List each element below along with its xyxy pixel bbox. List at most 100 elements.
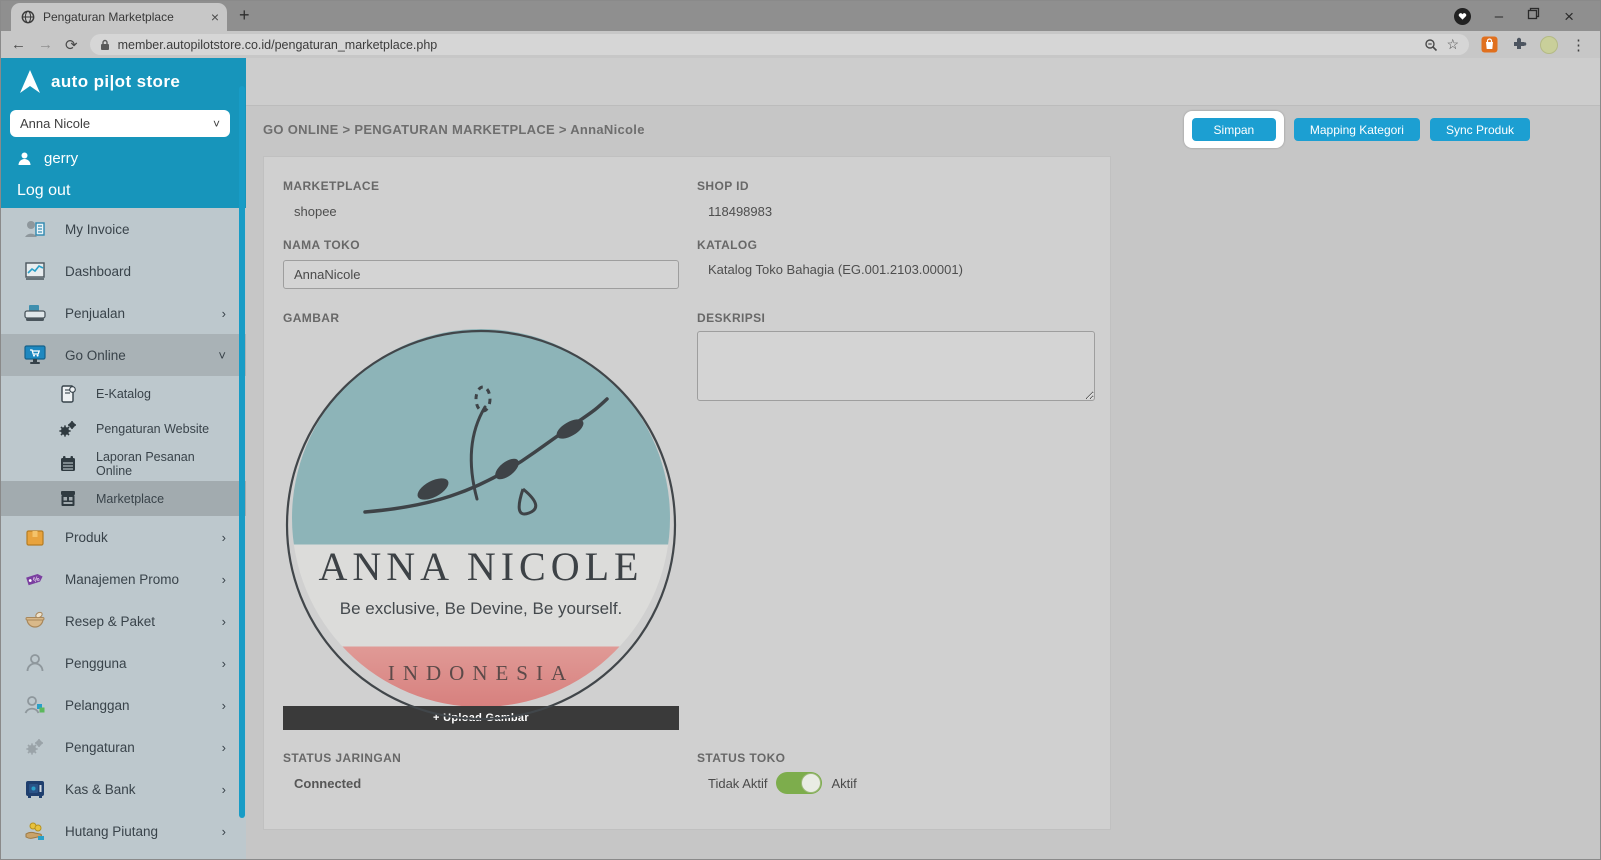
- chevron-right-icon: ›: [222, 656, 226, 671]
- marketplace-value: shopee: [294, 204, 337, 219]
- sidebar-subitem-marketplace[interactable]: Marketplace: [1, 481, 246, 516]
- back-button[interactable]: ←: [11, 36, 26, 53]
- browser-toolbar: ← → ⟳ member.autopilotstore.co.id/pengat…: [1, 31, 1600, 59]
- user-icon: [17, 151, 32, 166]
- bookmark-star-icon[interactable]: ☆: [1446, 36, 1459, 53]
- save-button-highlight: Simpan: [1184, 111, 1284, 148]
- sidebar-scrollbar[interactable]: [239, 86, 245, 818]
- sidebar-item-pelanggan[interactable]: Pelanggan ›: [1, 684, 246, 726]
- sidebar-item-label: Pengaturan: [65, 740, 204, 755]
- person-outline-icon: [23, 653, 47, 673]
- app-logo: auto pi|ot store: [17, 69, 180, 95]
- sidebar-subitem-pengaturan-website[interactable]: Pengaturan Website: [1, 411, 246, 446]
- user-row[interactable]: gerry: [17, 150, 78, 167]
- sync-produk-button[interactable]: Sync Produk: [1430, 118, 1530, 141]
- username: gerry: [44, 150, 78, 167]
- chevron-right-icon: ›: [222, 614, 226, 629]
- sidebar-item-hutang-piutang[interactable]: Hutang Piutang ›: [1, 810, 246, 852]
- shopping-extension-icon[interactable]: [1481, 36, 1498, 53]
- sidebar: auto pi|ot store Anna Nicole ˅ gerry Log…: [1, 58, 246, 860]
- chevron-right-icon: ›: [222, 698, 226, 713]
- hand-coins-icon: [23, 821, 47, 841]
- tab-close-icon[interactable]: ×: [211, 9, 219, 25]
- marketplace-label: MARKETPLACE: [283, 179, 379, 193]
- close-window-button[interactable]: ×: [1564, 8, 1574, 25]
- sidebar-item-label: Hutang Piutang: [65, 824, 204, 839]
- upload-gambar-button[interactable]: + Upload Gambar: [283, 706, 679, 730]
- sidebar-item-label: Go Online: [65, 348, 200, 363]
- restore-button[interactable]: [1527, 7, 1540, 25]
- sidebar-item-my-invoice[interactable]: My Invoice: [1, 208, 246, 250]
- sidebar-item-kas-bank[interactable]: Kas & Bank ›: [1, 768, 246, 810]
- status-toko-toggle[interactable]: [776, 772, 822, 794]
- sidebar-item-label: E-Katalog: [96, 387, 226, 401]
- chevron-right-icon: ›: [222, 824, 226, 839]
- chevron-down-icon: ˅: [213, 117, 220, 131]
- url-text: member.autopilotstore.co.id/pengaturan_m…: [118, 38, 1417, 52]
- sidebar-item-label: Marketplace: [96, 492, 226, 506]
- katalog-label: KATALOG: [697, 238, 757, 252]
- minimize-button[interactable]: –: [1495, 9, 1503, 24]
- sidebar-item-label: Penjualan: [65, 306, 204, 321]
- zoom-icon[interactable]: [1424, 38, 1438, 52]
- cash-register-icon: [23, 303, 47, 323]
- monitor-cart-icon: [23, 345, 47, 365]
- sidebar-item-produk[interactable]: Produk ›: [1, 516, 246, 558]
- extensions-puzzle-icon[interactable]: [1511, 37, 1527, 53]
- sidebar-item-label: Produk: [65, 530, 204, 545]
- forward-button[interactable]: →: [38, 36, 53, 53]
- customer-icon: [23, 695, 47, 715]
- store-selector[interactable]: Anna Nicole ˅: [10, 110, 230, 137]
- toggle-off-label: Tidak Aktif: [708, 776, 767, 791]
- tab-strip: Pengaturan Marketplace × + – ×: [1, 1, 1600, 31]
- catalog-icon: [56, 385, 80, 403]
- titlebar-badge-icon[interactable]: [1454, 8, 1471, 25]
- sidebar-item-go-online[interactable]: Go Online ˅: [1, 334, 246, 376]
- address-bar[interactable]: member.autopilotstore.co.id/pengaturan_m…: [90, 34, 1469, 55]
- gambar-label: GAMBAR: [283, 311, 339, 325]
- nama-toko-label: NAMA TOKO: [283, 238, 360, 252]
- browser-window: Pengaturan Marketplace × + – × ← → ⟳ mem…: [0, 0, 1601, 860]
- sidebar-item-penjualan[interactable]: Penjualan ›: [1, 292, 246, 334]
- padlock-icon: [100, 39, 110, 51]
- mapping-kategori-button[interactable]: Mapping Kategori: [1294, 118, 1420, 141]
- sidebar-item-manajemen-promo[interactable]: % Manajemen Promo ›: [1, 558, 246, 600]
- shop-logo-country: INDONESIA: [283, 661, 679, 686]
- chevron-down-icon: ˅: [218, 348, 226, 363]
- reload-button[interactable]: ⟳: [65, 36, 78, 54]
- save-button[interactable]: Simpan: [1192, 118, 1276, 141]
- app-logo-text: auto pi|ot store: [51, 72, 180, 92]
- sidebar-menu: My Invoice Dashboard Penjualan ›: [1, 208, 246, 852]
- katalog-value: Katalog Toko Bahagia (EG.001.2103.00001): [708, 262, 963, 277]
- browser-menu-icon[interactable]: ⋮: [1571, 36, 1586, 54]
- sidebar-item-pengguna[interactable]: Pengguna ›: [1, 642, 246, 684]
- sidebar-item-pengaturan[interactable]: Pengaturan ›: [1, 726, 246, 768]
- sidebar-item-label: Pengguna: [65, 656, 204, 671]
- sidebar-item-label: My Invoice: [65, 222, 208, 237]
- calendar-icon: [56, 455, 80, 472]
- sidebar-item-label: Dashboard: [65, 264, 208, 279]
- sidebar-subitem-e-katalog[interactable]: E-Katalog: [1, 376, 246, 411]
- chevron-right-icon: ›: [222, 782, 226, 797]
- sidebar-header: auto pi|ot store Anna Nicole ˅ gerry Log…: [1, 58, 246, 208]
- sidebar-item-dashboard[interactable]: Dashboard: [1, 250, 246, 292]
- safe-icon: [23, 780, 47, 798]
- action-buttons: Simpan Mapping Kategori Sync Produk: [1184, 111, 1530, 148]
- browser-tab[interactable]: Pengaturan Marketplace ×: [11, 3, 227, 31]
- sidebar-subitem-laporan-pesanan-online[interactable]: Laporan Pesanan Online: [1, 446, 246, 481]
- chevron-right-icon: ›: [222, 572, 226, 587]
- nama-toko-input[interactable]: [283, 260, 679, 289]
- marketplace-settings-card: MARKETPLACE shopee SHOP ID 118498983 NAM…: [263, 156, 1111, 830]
- new-tab-button[interactable]: +: [239, 5, 250, 26]
- shop-id-label: SHOP ID: [697, 179, 749, 193]
- browser-avatar[interactable]: [1540, 36, 1558, 54]
- status-toko-toggle-row: Tidak Aktif Aktif: [708, 772, 857, 794]
- sidebar-item-resep-paket[interactable]: Resep & Paket ›: [1, 600, 246, 642]
- deskripsi-textarea[interactable]: [697, 331, 1095, 401]
- status-toko-label: STATUS TOKO: [697, 751, 785, 765]
- settings-gears-icon: [23, 738, 47, 756]
- mortar-pestle-icon: [23, 611, 47, 631]
- logout-link[interactable]: Log out: [17, 182, 70, 200]
- main-content: GO ONLINE > PENGATURAN MARKETPLACE > Ann…: [246, 58, 1601, 860]
- gears-icon: [56, 420, 80, 438]
